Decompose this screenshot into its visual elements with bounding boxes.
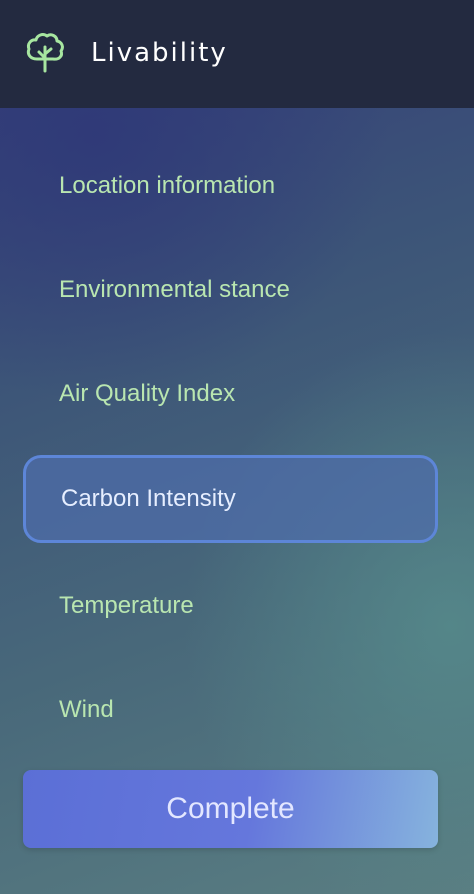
app-title: Livability (91, 38, 228, 68)
menu-item-air-quality-index[interactable]: Air Quality Index (23, 350, 438, 438)
menu-item-wind[interactable]: Wind (23, 666, 438, 754)
complete-button[interactable]: Complete (23, 770, 438, 848)
tree-icon (24, 31, 66, 73)
menu-item-environmental-stance[interactable]: Environmental stance (23, 246, 438, 334)
menu-item-temperature[interactable]: Temperature (23, 562, 438, 650)
menu-item-carbon-intensity[interactable]: Carbon Intensity (23, 455, 438, 543)
app-header: Livability (0, 0, 474, 108)
app-window: Livability Location information Environm… (0, 0, 474, 894)
menu-item-location-information[interactable]: Location information (23, 142, 438, 230)
